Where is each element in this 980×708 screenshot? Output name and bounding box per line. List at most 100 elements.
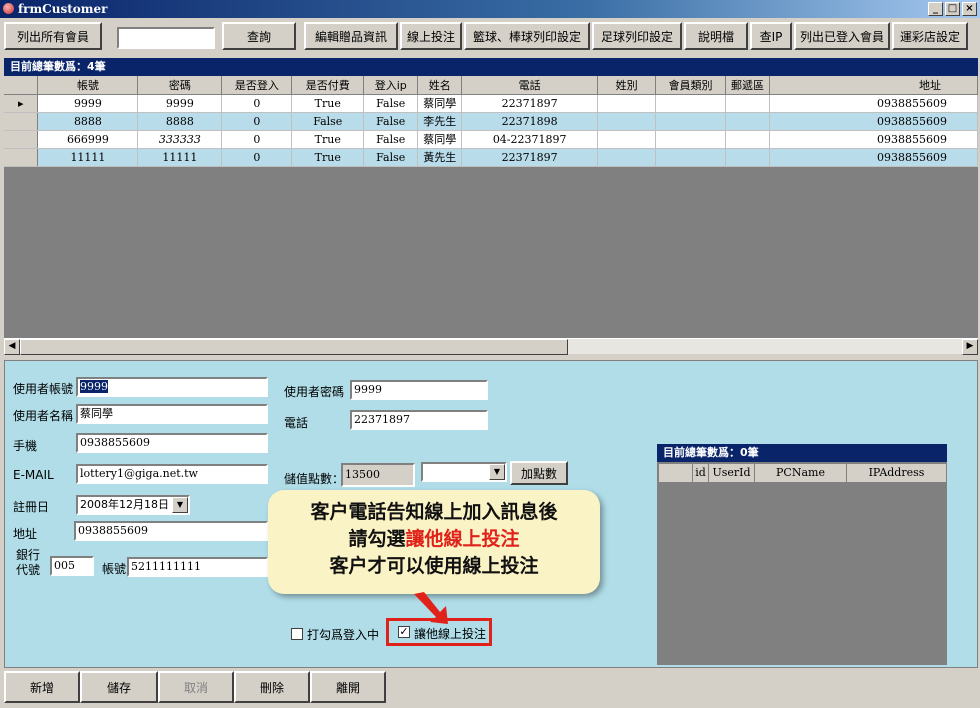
table-cell[interactable]: False	[363, 112, 419, 131]
table-row[interactable]: 8888 8888 0 False False 李先生 22371898 0938855609	[4, 112, 978, 131]
table-cell[interactable]: 11111	[37, 148, 139, 167]
row-header[interactable]	[4, 130, 39, 149]
table-cell[interactable]	[597, 94, 657, 113]
table-cell[interactable]: True	[291, 130, 365, 149]
lottery-store-setting-button[interactable]: 運彩店設定	[892, 22, 968, 50]
table-cell[interactable]: 04-22371897	[461, 130, 599, 149]
scroll-thumb[interactable]	[20, 339, 568, 355]
table-cell[interactable]: 蔡同學	[417, 94, 463, 113]
table-cell[interactable]: False	[363, 130, 419, 149]
allow-online-bet-checkbox[interactable]: ✓	[398, 626, 410, 638]
table-cell[interactable]: 0938855609	[769, 130, 978, 149]
list-all-members-button[interactable]: 列出所有會員	[4, 22, 102, 50]
address-field[interactable]: 0938855609	[74, 521, 268, 541]
table-cell[interactable]: 666999	[37, 130, 139, 149]
table-cell[interactable]: True	[291, 94, 365, 113]
table-cell[interactable]	[725, 94, 770, 113]
column-header[interactable]: 地址	[769, 76, 978, 95]
table-cell[interactable]	[655, 94, 727, 113]
leave-button[interactable]: 離開	[310, 671, 386, 703]
table-cell[interactable]	[725, 112, 770, 131]
edit-gift-button[interactable]: 編輯贈品資訊	[304, 22, 398, 50]
row-header[interactable]: ▸	[4, 94, 39, 113]
table-cell[interactable]: 0	[221, 130, 293, 149]
column-header[interactable]: 電話	[461, 76, 599, 95]
logged-in-checkbox[interactable]	[291, 628, 303, 640]
table-cell[interactable]: 蔡同學	[417, 130, 463, 149]
table-cell[interactable]: 333333	[137, 130, 223, 149]
email-field[interactable]: lottery1@giga.net.tw	[76, 464, 268, 484]
table-cell[interactable]: False	[291, 112, 365, 131]
table-cell[interactable]: 0938855609	[769, 112, 978, 131]
table-cell[interactable]: True	[291, 148, 365, 167]
maximize-button[interactable]: □	[945, 2, 960, 16]
table-cell[interactable]	[655, 112, 727, 131]
basketball-print-setting-button[interactable]: 籃球、棒球列印設定	[464, 22, 590, 50]
table-cell[interactable]: 0	[221, 94, 293, 113]
table-cell[interactable]	[725, 148, 770, 167]
register-date-picker[interactable]: 2008年12月18日 ▼	[76, 495, 190, 515]
table-cell[interactable]: 22371897	[461, 148, 599, 167]
table-cell[interactable]	[725, 130, 770, 149]
manual-button[interactable]: 說明檔	[684, 22, 748, 50]
table-row[interactable]: 666999 333333 0 True False 蔡同學 04-22371897 0938…	[4, 130, 978, 149]
column-header[interactable]: 是否登入	[221, 76, 293, 95]
horizontal-scrollbar[interactable]: ◀ ▶	[4, 338, 978, 355]
login-column-header[interactable]: UserId	[709, 464, 755, 482]
table-cell[interactable]: 8888	[37, 112, 139, 131]
login-column-header[interactable]: IPAddress	[847, 464, 947, 482]
query-button[interactable]: 查詢	[222, 22, 296, 50]
column-header[interactable]: 姓名	[417, 76, 463, 95]
points-select[interactable]: ▼	[421, 462, 507, 482]
table-cell[interactable]: 0	[221, 112, 293, 131]
mobile-field[interactable]: 0938855609	[76, 433, 268, 453]
column-header[interactable]: 帳號	[37, 76, 139, 95]
add-button[interactable]: 新增	[4, 671, 80, 703]
add-points-button[interactable]: 加點數	[510, 461, 568, 485]
table-cell[interactable]: 0938855609	[769, 94, 978, 113]
bank-code-field[interactable]: 005	[50, 556, 94, 576]
table-cell[interactable]: 11111	[137, 148, 223, 167]
table-cell[interactable]: 22371897	[461, 94, 599, 113]
table-cell[interactable]: 李先生	[417, 112, 463, 131]
chevron-down-icon[interactable]: ▼	[489, 464, 505, 480]
column-header[interactable]: 是否付費	[291, 76, 365, 95]
row-header[interactable]	[4, 112, 39, 131]
login-column-header[interactable]: id	[693, 464, 709, 482]
login-column-header[interactable]: PCName	[755, 464, 847, 482]
minimize-button[interactable]: _	[928, 2, 943, 16]
table-cell[interactable]: 9999	[137, 94, 223, 113]
table-cell[interactable]: 黃先生	[417, 148, 463, 167]
search-input[interactable]	[117, 27, 215, 49]
table-cell[interactable]: 22371898	[461, 112, 599, 131]
close-button[interactable]: ×	[962, 2, 977, 16]
column-header[interactable]: 會員類別	[655, 76, 727, 95]
scroll-right-icon[interactable]: ▶	[962, 339, 978, 355]
cancel-button[interactable]: 取消	[158, 671, 234, 703]
phone-field[interactable]: 22371897	[350, 410, 488, 430]
online-bet-button[interactable]: 線上投注	[400, 22, 462, 50]
scroll-left-icon[interactable]: ◀	[4, 339, 20, 355]
delete-button[interactable]: 刪除	[234, 671, 310, 703]
column-header[interactable]: 郵遞區	[725, 76, 770, 95]
account-field[interactable]: 9999	[76, 377, 268, 397]
table-cell[interactable]: 0	[221, 148, 293, 167]
table-cell[interactable]: False	[363, 94, 419, 113]
save-button[interactable]: 儲存	[80, 671, 158, 703]
column-header[interactable]: 登入ip	[363, 76, 419, 95]
soccer-print-setting-button[interactable]: 足球列印設定	[592, 22, 682, 50]
table-row[interactable]: ▸ 9999 9999 0 True False 蔡同學 22371897 0938855609	[4, 94, 978, 113]
table-row[interactable]: 11111 11111 0 True False 黃先生 22371897 093885560…	[4, 148, 978, 167]
check-ip-button[interactable]: 查IP	[750, 22, 792, 50]
table-cell[interactable]	[597, 112, 657, 131]
table-cell[interactable]	[655, 130, 727, 149]
table-cell[interactable]: False	[363, 148, 419, 167]
name-field[interactable]: 蔡同學	[76, 404, 268, 424]
password-field[interactable]: 9999	[350, 380, 488, 400]
table-cell[interactable]	[597, 130, 657, 149]
table-cell[interactable]: 0938855609	[769, 148, 978, 167]
column-header[interactable]: 姓別	[597, 76, 657, 95]
column-header[interactable]: 密碼	[137, 76, 223, 95]
table-cell[interactable]	[597, 148, 657, 167]
list-logged-members-button[interactable]: 列出已登入會員	[794, 22, 890, 50]
